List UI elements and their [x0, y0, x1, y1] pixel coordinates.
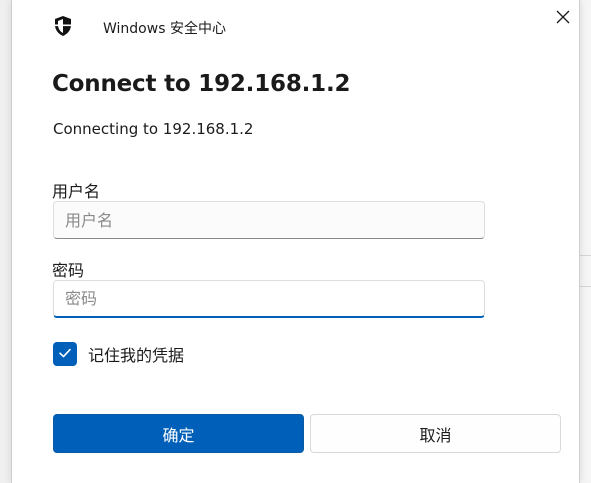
credential-dialog: Windows 安全中心 Connect to 192.168.1.2 Conn… — [11, 0, 580, 483]
remember-credentials-label: 记住我的凭据 — [88, 346, 185, 365]
dialog-heading: Connect to 192.168.1.2 — [52, 71, 351, 97]
ok-button[interactable]: 确定 — [53, 414, 304, 453]
window-title: Windows 安全中心 — [103, 21, 226, 37]
username-input[interactable] — [53, 201, 485, 239]
close-button[interactable] — [550, 6, 576, 30]
cancel-button[interactable]: 取消 — [310, 414, 561, 453]
checkbox-box[interactable] — [53, 342, 77, 366]
dialog-subtext: Connecting to 192.168.1.2 — [53, 120, 254, 138]
close-icon[interactable] — [556, 9, 570, 28]
password-label: 密码 — [52, 261, 85, 280]
checkmark-icon — [58, 345, 72, 364]
shield-icon — [52, 15, 74, 37]
username-label: 用户名 — [52, 182, 101, 201]
password-input[interactable] — [53, 280, 485, 318]
remember-credentials-checkbox[interactable]: 记住我的凭据 — [53, 342, 184, 366]
